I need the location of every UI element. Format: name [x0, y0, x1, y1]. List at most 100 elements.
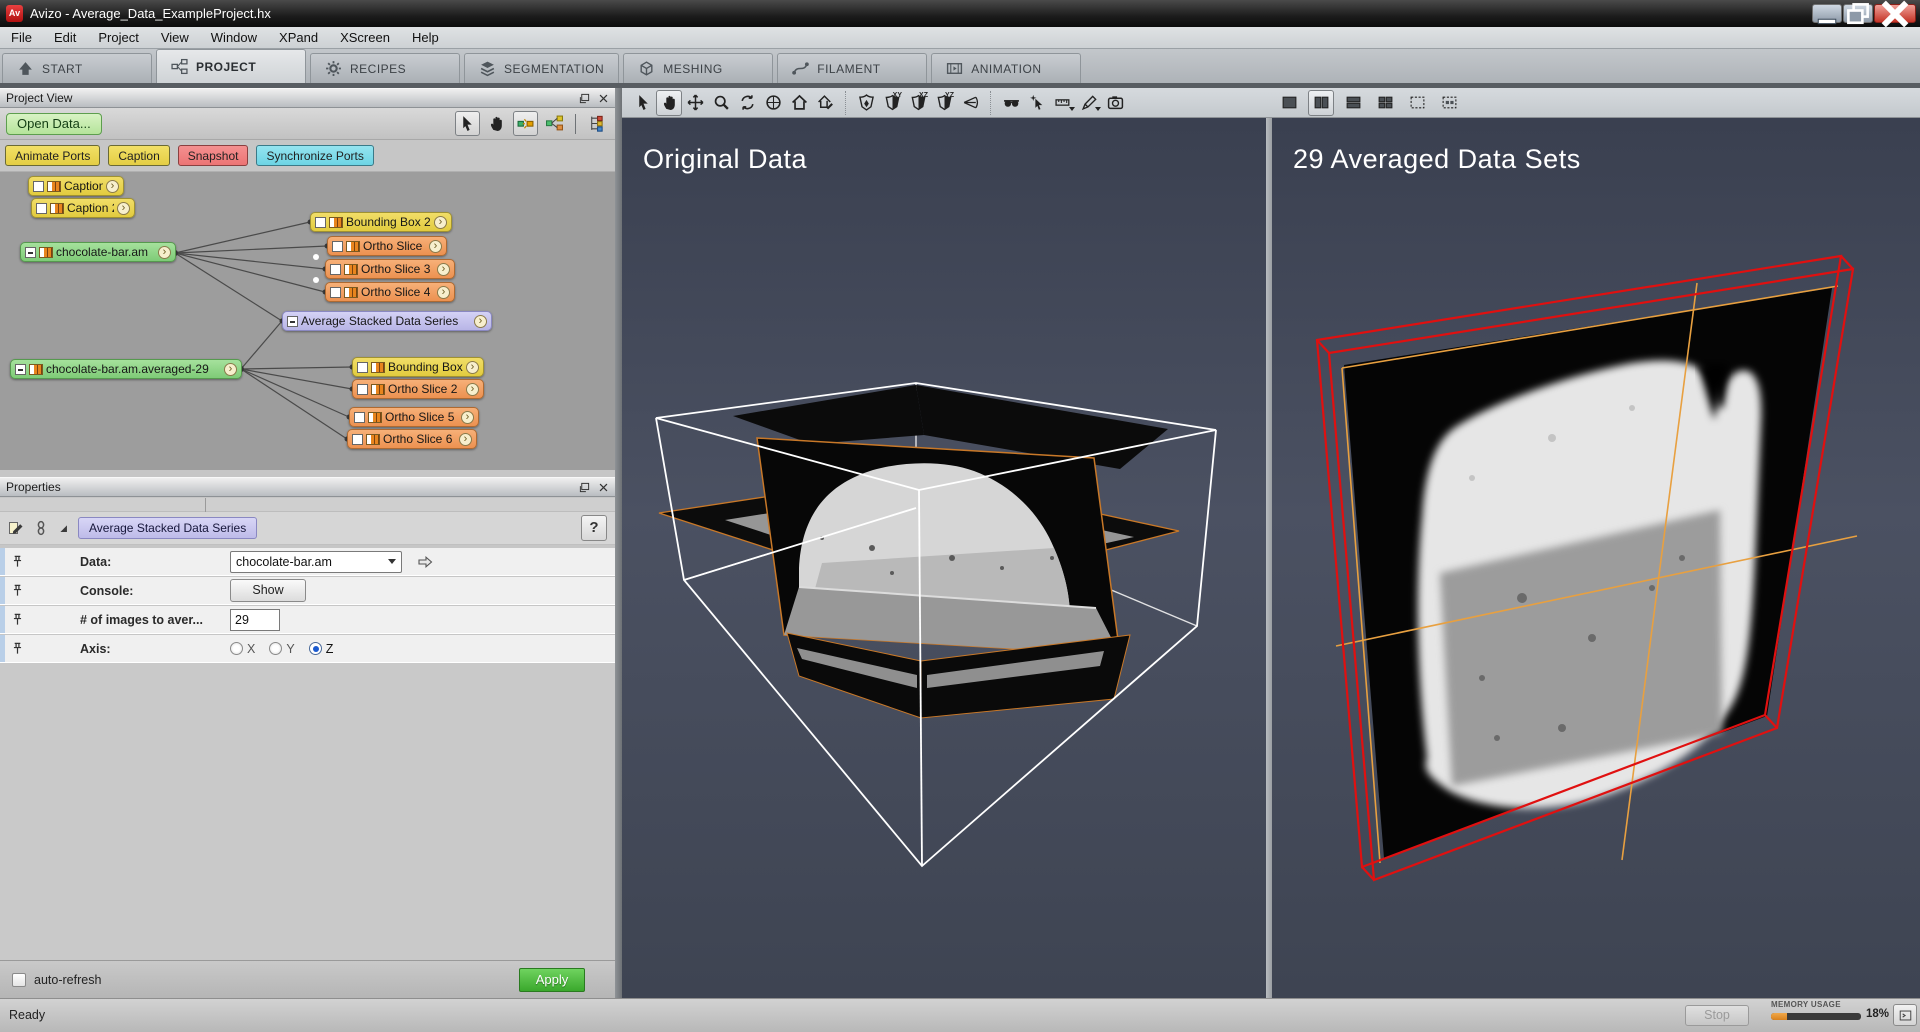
layout-quad-button[interactable] [1372, 90, 1398, 116]
pin-icon[interactable] [10, 583, 25, 598]
visibility-toggle-icon[interactable] [315, 217, 326, 228]
view-yz-button[interactable]: YZ [931, 90, 957, 116]
menu-edit[interactable]: Edit [43, 28, 87, 47]
help-button[interactable]: ? [581, 515, 607, 541]
snapshot-button[interactable]: Snapshot [178, 145, 249, 166]
pin-icon[interactable] [10, 554, 25, 569]
visibility-toggle-icon[interactable] [357, 384, 368, 395]
visibility-toggle-icon[interactable] [354, 412, 365, 423]
node-chocolate-bar[interactable]: chocolate-bar.am› [20, 242, 176, 262]
node-ortho-slice-3[interactable]: Ortho Slice 3› [325, 259, 455, 279]
menu-help[interactable]: Help [401, 28, 450, 47]
layout-custom-2-button[interactable] [1436, 90, 1462, 116]
node-menu-icon[interactable]: › [437, 286, 450, 299]
menu-xscreen[interactable]: XScreen [329, 28, 401, 47]
pan-tool-button[interactable] [484, 111, 509, 136]
apply-button[interactable]: Apply [519, 968, 585, 992]
layout-two-horizontal-button[interactable] [1340, 90, 1366, 116]
visibility-toggle-icon[interactable] [332, 241, 343, 252]
images-count-input[interactable] [230, 609, 280, 631]
rotate-tool-button[interactable] [734, 90, 760, 116]
close-panel-icon[interactable] [598, 482, 609, 493]
close-button[interactable] [1874, 4, 1916, 23]
zoom-tool-button[interactable] [708, 90, 734, 116]
panel-splitter[interactable] [615, 88, 622, 998]
properties-header[interactable]: Properties [0, 477, 615, 497]
measure-button[interactable] [1050, 90, 1076, 116]
tree-view-button[interactable] [542, 111, 567, 136]
node-menu-icon[interactable]: › [224, 363, 237, 376]
hand-tool-button[interactable] [656, 90, 682, 116]
collapse-icon[interactable] [58, 523, 69, 534]
layout-single-button[interactable] [1276, 90, 1302, 116]
list-view-button[interactable] [584, 111, 609, 136]
node-menu-icon[interactable]: › [158, 246, 171, 259]
tab-animation[interactable]: ANIMATION [931, 53, 1081, 83]
interact-mode-button[interactable] [513, 111, 538, 136]
rename-icon[interactable] [8, 520, 24, 536]
open-data-button[interactable]: Open Data... [6, 113, 102, 135]
node-ortho-slice-4[interactable]: Ortho Slice 4› [325, 282, 455, 302]
stereo-button[interactable] [998, 90, 1024, 116]
menu-xpand[interactable]: XPand [268, 28, 329, 47]
visibility-toggle-icon[interactable] [330, 264, 341, 275]
node-caption[interactable]: Caption› [28, 176, 124, 196]
select-tool-button[interactable] [630, 90, 656, 116]
float-panel-icon[interactable] [579, 93, 590, 104]
tab-meshing[interactable]: MESHING [623, 53, 773, 83]
show-console-button[interactable]: Show [230, 579, 306, 602]
tab-start[interactable]: START [2, 53, 152, 83]
axis-z-radio[interactable]: Z [309, 642, 334, 656]
node-menu-icon[interactable]: › [459, 433, 472, 446]
viewport-averaged[interactable]: 29 Averaged Data Sets [1272, 118, 1920, 998]
collapse-toggle-icon[interactable] [15, 364, 26, 375]
view-all-button[interactable] [853, 90, 879, 116]
node-average-stacked-data-series[interactable]: Average Stacked Data Series› [282, 311, 492, 331]
caption-button[interactable]: Caption [108, 145, 169, 166]
tab-recipes[interactable]: RECIPES [310, 53, 460, 83]
visibility-toggle-icon[interactable] [357, 362, 368, 373]
snapshot-camera-button[interactable] [1102, 90, 1128, 116]
view-xz-button[interactable]: XZ [905, 90, 931, 116]
close-panel-icon[interactable] [598, 93, 609, 104]
restore-button[interactable] [1843, 4, 1873, 23]
node-chocolate-bar-averaged-29[interactable]: chocolate-bar.am.averaged-29› [10, 359, 242, 379]
node-ortho-slice-5[interactable]: Ortho Slice 5› [349, 407, 479, 427]
visibility-toggle-icon[interactable] [33, 181, 44, 192]
node-menu-icon[interactable]: › [461, 411, 474, 424]
node-menu-icon[interactable]: › [429, 240, 442, 253]
set-home-button[interactable] [812, 90, 838, 116]
annotate-button[interactable] [1076, 90, 1102, 116]
tab-project[interactable]: PROJECT [156, 49, 306, 83]
node-ortho-slice-6[interactable]: Ortho Slice 6› [347, 429, 477, 449]
node-bounding-box[interactable]: Bounding Box› [352, 357, 484, 377]
menu-project[interactable]: Project [87, 28, 149, 47]
trackball-button[interactable] [760, 90, 786, 116]
stop-button[interactable]: Stop [1685, 1005, 1749, 1026]
synchronize-ports-button[interactable]: Synchronize Ports [256, 145, 373, 166]
layout-custom-button[interactable] [1404, 90, 1430, 116]
node-ortho-slice[interactable]: Ortho Slice› [327, 236, 447, 256]
axis-y-radio[interactable]: Y [269, 642, 294, 656]
collapse-toggle-icon[interactable] [25, 247, 36, 258]
node-menu-icon[interactable]: › [466, 361, 479, 374]
node-caption-2[interactable]: Caption 2› [31, 198, 135, 218]
original-data-scene[interactable] [622, 118, 1266, 998]
animate-ports-button[interactable]: Animate Ports [5, 145, 100, 166]
tab-filament[interactable]: FILAMENT [777, 53, 927, 83]
node-menu-icon[interactable]: › [106, 180, 119, 193]
console-toggle-button[interactable] [1893, 1004, 1917, 1026]
picker-button[interactable] [1024, 90, 1050, 116]
collapse-toggle-icon[interactable] [287, 316, 298, 327]
data-dropdown[interactable]: chocolate-bar.am [230, 551, 402, 573]
tab-segmentation[interactable]: SEGMENTATION [464, 53, 619, 83]
node-ortho-slice-2[interactable]: Ortho Slice 2› [352, 379, 484, 399]
node-menu-icon[interactable]: › [437, 263, 450, 276]
node-bounding-box-2[interactable]: Bounding Box 2› [310, 212, 452, 232]
visibility-toggle-icon[interactable] [36, 203, 47, 214]
visibility-toggle-icon[interactable] [352, 434, 363, 445]
visibility-toggle-icon[interactable] [330, 287, 341, 298]
menu-window[interactable]: Window [200, 28, 268, 47]
translate-tool-button[interactable] [682, 90, 708, 116]
layout-two-vertical-button[interactable] [1308, 90, 1334, 116]
